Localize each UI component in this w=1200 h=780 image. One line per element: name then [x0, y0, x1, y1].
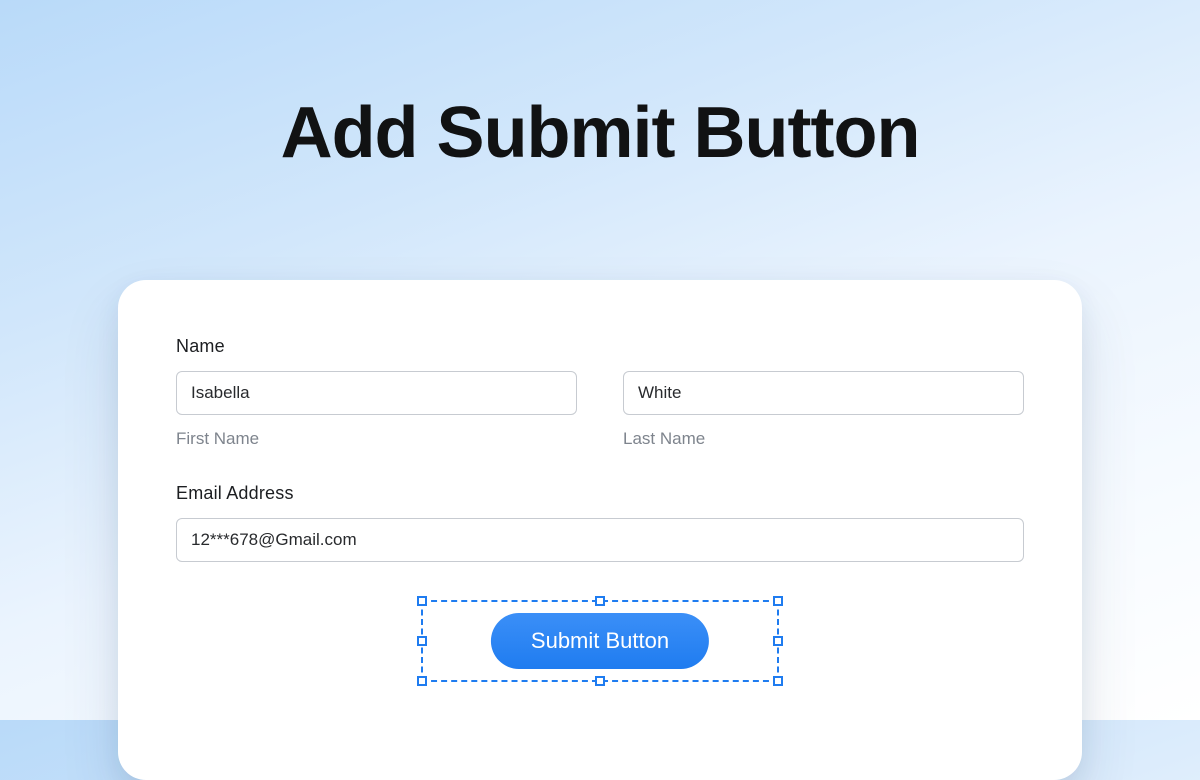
last-name-group: Last Name — [623, 371, 1024, 449]
submit-button[interactable]: Submit Button — [491, 613, 709, 669]
last-name-sublabel: Last Name — [623, 429, 1024, 449]
resize-handle-top-left[interactable] — [417, 596, 427, 606]
resize-handle-top-middle[interactable] — [595, 596, 605, 606]
last-name-input[interactable] — [623, 371, 1024, 415]
resize-handle-middle-left[interactable] — [417, 636, 427, 646]
email-group: Email Address — [176, 483, 1024, 562]
resize-handle-bottom-middle[interactable] — [595, 676, 605, 686]
name-row: First Name Last Name — [176, 371, 1024, 449]
name-label: Name — [176, 336, 1024, 357]
resize-handle-top-right[interactable] — [773, 596, 783, 606]
resize-handle-bottom-right[interactable] — [773, 676, 783, 686]
first-name-group: First Name — [176, 371, 577, 449]
submit-button-selection[interactable]: Submit Button — [421, 600, 779, 682]
email-label: Email Address — [176, 483, 1024, 504]
resize-handle-bottom-left[interactable] — [417, 676, 427, 686]
form-card: Name First Name Last Name Email Address … — [118, 280, 1082, 780]
resize-handle-middle-right[interactable] — [773, 636, 783, 646]
email-input[interactable] — [176, 518, 1024, 562]
page-title: Add Submit Button — [0, 92, 1200, 174]
first-name-sublabel: First Name — [176, 429, 577, 449]
first-name-input[interactable] — [176, 371, 577, 415]
